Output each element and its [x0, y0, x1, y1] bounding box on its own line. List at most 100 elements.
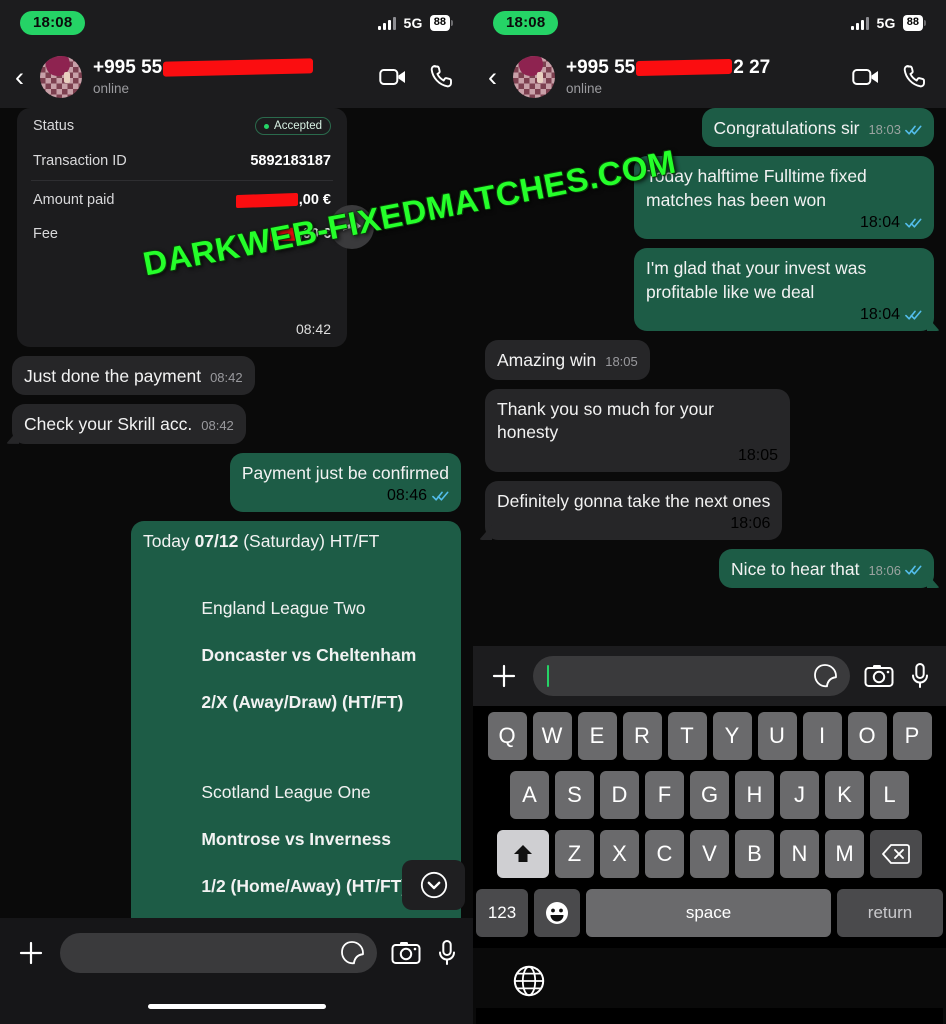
- on-screen-keyboard[interactable]: Q W E R T Y U I O P A S D F G H J K L Z …: [473, 706, 946, 1024]
- key-g[interactable]: G: [690, 771, 729, 819]
- scroll-to-bottom-icon[interactable]: [402, 860, 465, 910]
- message-row[interactable]: I'm glad that your invest was profitable…: [473, 248, 946, 332]
- key-r[interactable]: R: [622, 712, 662, 760]
- key-f[interactable]: F: [645, 771, 684, 819]
- transaction-receipt-message[interactable]: Status Accepted Transaction ID 589218318…: [0, 108, 473, 347]
- key-s[interactable]: S: [555, 771, 594, 819]
- message-bubble-outgoing[interactable]: Today halftime Fulltime fixed matches ha…: [634, 156, 934, 240]
- message-bubble-outgoing[interactable]: Congratulations sir 18:03: [701, 108, 934, 148]
- row-value-redacted: ,00 €: [235, 192, 331, 208]
- key-d[interactable]: D: [600, 771, 639, 819]
- phone-prefix: +995 55: [566, 56, 636, 78]
- message-row[interactable]: Just done the payment 08:42: [0, 356, 473, 396]
- text-cursor: [547, 665, 549, 687]
- back-chevron-icon[interactable]: ‹: [483, 63, 502, 91]
- presence-status: online: [93, 80, 130, 96]
- message-input-field[interactable]: [533, 656, 850, 696]
- key-k[interactable]: K: [825, 771, 864, 819]
- status-badge: Accepted: [255, 117, 331, 135]
- key-a[interactable]: A: [510, 771, 549, 819]
- back-chevron-icon[interactable]: ‹: [10, 63, 29, 91]
- message-text: Definitely gonna take the next ones: [497, 490, 771, 511]
- emoji-smiley-icon[interactable]: [534, 889, 580, 937]
- key-u[interactable]: U: [757, 712, 797, 760]
- video-call-icon[interactable]: [852, 64, 880, 90]
- contact-avatar[interactable]: [40, 56, 82, 98]
- table-row: Transaction ID 5892183187: [17, 144, 347, 178]
- read-receipt-ticks-icon: [905, 566, 922, 576]
- voice-call-icon[interactable]: [429, 64, 457, 90]
- forward-arrow-icon[interactable]: [330, 205, 374, 249]
- key-n[interactable]: N: [780, 830, 819, 878]
- phone-prefix: +995 55: [93, 56, 163, 78]
- message-text: Payment just be confirmed: [241, 462, 449, 483]
- key-i[interactable]: I: [802, 712, 842, 760]
- video-call-icon[interactable]: [379, 64, 407, 90]
- sticker-icon[interactable]: [339, 940, 365, 966]
- attach-plus-icon[interactable]: [16, 938, 46, 968]
- message-bubble-outgoing[interactable]: Nice to hear that 18:06: [719, 548, 934, 589]
- key-b[interactable]: B: [735, 830, 774, 878]
- message-row[interactable]: Nice to hear that 18:06: [473, 548, 946, 589]
- contact-avatar[interactable]: [513, 56, 555, 98]
- key-m[interactable]: M: [825, 830, 864, 878]
- chat-messages-right[interactable]: Congratulations sir 18:03 Today halftime …: [473, 108, 946, 646]
- message-bubble-incoming[interactable]: Definitely gonna take the next ones 18:0…: [485, 480, 783, 540]
- message-row[interactable]: Check your Skrill acc. 08:42: [0, 404, 473, 444]
- status-bar-right: 18:08 5G 88: [473, 0, 946, 46]
- voice-call-icon[interactable]: [902, 64, 930, 90]
- key-o[interactable]: O: [847, 712, 887, 760]
- league-name: England League Two: [201, 598, 366, 619]
- tips-header-line: Today 07/12 (Saturday) HT/FT: [143, 530, 449, 553]
- message-row[interactable]: Congratulations sir 18:03: [473, 108, 946, 148]
- numbers-key[interactable]: 123: [476, 889, 528, 937]
- message-row[interactable]: Amazing win 18:05: [473, 340, 946, 380]
- camera-icon[interactable]: [864, 663, 894, 689]
- status-indicators-left: 5G 88: [378, 15, 453, 31]
- battery-level-label: 88: [429, 15, 450, 31]
- key-e[interactable]: E: [577, 712, 617, 760]
- key-l[interactable]: L: [870, 771, 909, 819]
- return-key[interactable]: return: [837, 889, 943, 937]
- message-bubble-incoming[interactable]: Just done the payment 08:42: [12, 356, 255, 396]
- message-bubble-incoming[interactable]: Amazing win 18:05: [485, 340, 650, 380]
- microphone-icon[interactable]: [437, 939, 457, 967]
- key-c[interactable]: C: [645, 830, 684, 878]
- message-row[interactable]: Definitely gonna take the next ones 18:0…: [473, 480, 946, 540]
- message-bubble-incoming[interactable]: Check your Skrill acc. 08:42: [12, 404, 246, 444]
- key-j[interactable]: J: [780, 771, 819, 819]
- message-row[interactable]: Payment just be confirmed 08:46: [0, 452, 473, 513]
- sticker-icon[interactable]: [812, 663, 838, 689]
- message-bubble-incoming[interactable]: Thank you so much for your honesty 18:05: [485, 388, 790, 472]
- search-input[interactable]: [60, 933, 377, 973]
- key-z[interactable]: Z: [555, 830, 594, 878]
- space-key[interactable]: space: [586, 889, 831, 937]
- message-row[interactable]: Today halftime Fulltime fixed matches ha…: [473, 156, 946, 240]
- contact-info-right[interactable]: +995 55 2 27 online: [566, 57, 835, 97]
- contact-info-left[interactable]: +995 55 online: [93, 57, 362, 97]
- signal-bars-icon: [378, 16, 397, 30]
- message-input-bar-left: [0, 918, 473, 988]
- message-bubble-outgoing-tips[interactable]: Today 07/12 (Saturday) HT/FT England Lea…: [131, 521, 461, 918]
- globe-language-icon[interactable]: [512, 964, 546, 998]
- key-t[interactable]: T: [667, 712, 707, 760]
- key-v[interactable]: V: [690, 830, 729, 878]
- message-row[interactable]: Today 07/12 (Saturday) HT/FT England Lea…: [0, 521, 473, 918]
- key-w[interactable]: W: [532, 712, 572, 760]
- battery-icon: 88: [429, 15, 453, 31]
- backspace-icon[interactable]: [870, 830, 922, 878]
- chat-messages-left[interactable]: Status Accepted Transaction ID 589218318…: [0, 108, 473, 918]
- camera-icon[interactable]: [391, 940, 421, 966]
- key-p[interactable]: P: [892, 712, 932, 760]
- attach-plus-icon[interactable]: [489, 661, 519, 691]
- message-bubble-outgoing[interactable]: I'm glad that your invest was profitable…: [634, 248, 934, 332]
- key-q[interactable]: Q: [487, 712, 527, 760]
- key-x[interactable]: X: [600, 830, 639, 878]
- message-bubble-outgoing[interactable]: Payment just be confirmed 08:46: [229, 452, 461, 513]
- shift-arrow-icon[interactable]: [497, 830, 549, 878]
- microphone-icon[interactable]: [910, 662, 930, 690]
- key-h[interactable]: H: [735, 771, 774, 819]
- message-row[interactable]: Thank you so much for your honesty 18:05: [473, 388, 946, 472]
- key-y[interactable]: Y: [712, 712, 752, 760]
- table-row: Amount paid ,00 €: [17, 183, 347, 217]
